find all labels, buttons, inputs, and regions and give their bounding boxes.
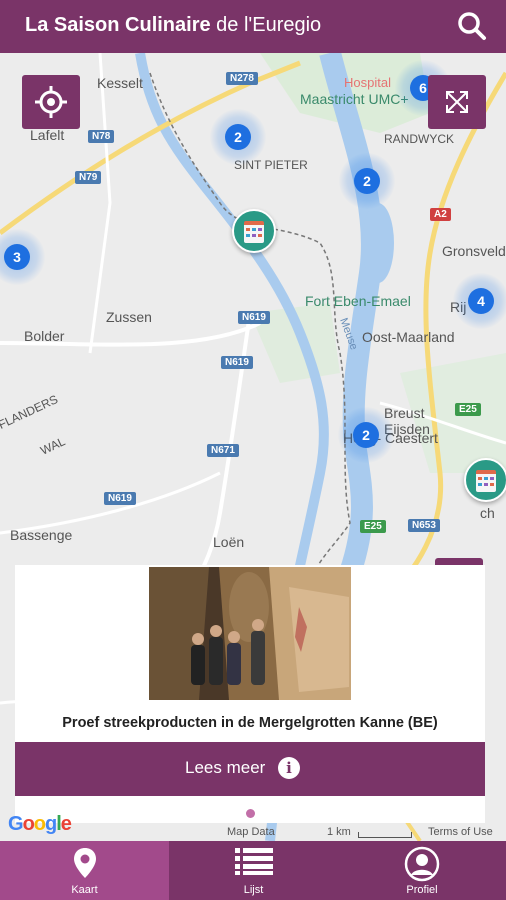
map-data-link[interactable]: Map Data — [227, 826, 275, 838]
road-sign: N619 — [221, 356, 253, 369]
google-logo: Google — [8, 813, 72, 835]
tab-label: Lijst — [243, 884, 264, 896]
search-icon[interactable] — [456, 10, 488, 42]
app-title-rest: de l'Euregio — [216, 14, 322, 36]
expand-map-button[interactable] — [428, 75, 486, 129]
calendar-pin-icon[interactable] — [464, 458, 506, 502]
tab-kaart[interactable]: Kaart — [0, 841, 169, 900]
place-randwyck: RANDWYCK — [384, 132, 455, 146]
place-loen: Loën — [213, 534, 245, 550]
road-sign: N619 — [238, 311, 270, 324]
cluster-marker[interactable]: 2 — [210, 109, 266, 165]
place-ch: ch — [480, 505, 495, 521]
event-title: Proef streekproducten in de Mergelgrotte… — [62, 715, 438, 731]
calendar-pin-icon[interactable] — [232, 209, 276, 253]
place-oost-maarland: Oost-Maarland — [362, 329, 455, 345]
road-sign: N78 — [88, 130, 115, 143]
scale-label: 1 km — [327, 826, 351, 838]
scale-bar — [358, 832, 412, 838]
road-sign: N278 — [226, 72, 258, 85]
profile-icon — [404, 846, 440, 882]
locate-me-button[interactable] — [22, 75, 80, 129]
road-sign: A2 — [430, 208, 451, 221]
expand-icon — [446, 91, 468, 113]
event-card[interactable]: Proef streekproducten in de Mergelgrotte… — [15, 565, 485, 823]
tab-lijst[interactable]: Lijst — [169, 841, 338, 900]
tab-profiel[interactable]: Profiel — [338, 841, 506, 900]
place-hospital: Hospital — [344, 75, 391, 90]
app-title-bold: La Saison Culinaire — [25, 14, 211, 36]
place-lafelt: Lafelt — [30, 127, 65, 143]
road-sign: N653 — [408, 519, 440, 532]
place-bassenge: Bassenge — [10, 527, 73, 543]
road-sign: N79 — [75, 171, 102, 184]
cluster-marker[interactable]: 2 — [339, 153, 395, 209]
bottom-tab-bar: Kaart Lijst Profiel — [0, 841, 506, 900]
place-fort-eben-emael: Fort Eben-Emael — [305, 293, 411, 309]
page-indicator — [246, 809, 255, 818]
place-zussen: Zussen — [106, 309, 152, 325]
tab-label: Kaart — [71, 884, 98, 896]
road-sign: E25 — [455, 403, 481, 416]
place-kesselt: Kesselt — [97, 75, 143, 91]
app-header: La Saison Culinaire de l'Euregio — [0, 0, 506, 53]
app-title: La Saison Culinaire de l'Euregio — [25, 14, 321, 37]
map-pin-icon — [73, 848, 96, 878]
cluster-marker[interactable]: 3 — [0, 229, 45, 285]
map-view[interactable]: Kesselt Lafelt Hospital Maastricht UMC+ … — [0, 53, 506, 841]
terms-link[interactable]: Terms of Use — [428, 826, 493, 838]
road-sign: N619 — [104, 492, 136, 505]
list-icon — [234, 848, 273, 875]
road-sign: E25 — [360, 520, 386, 533]
cluster-marker[interactable]: 2 — [338, 407, 394, 463]
place-breust: Breust — [384, 405, 425, 421]
info-icon: i — [278, 757, 300, 779]
cluster-marker[interactable]: 4 — [453, 273, 506, 329]
event-photo — [149, 567, 351, 700]
read-more-label: Lees meer — [185, 758, 266, 777]
place-maastricht-umc: Maastricht UMC+ — [300, 91, 409, 107]
road-sign: N671 — [207, 444, 239, 457]
crosshair-icon — [35, 86, 67, 118]
read-more-button[interactable]: Lees meer i — [15, 742, 485, 796]
place-gronsveld: Gronsveld — [442, 243, 506, 259]
place-bolder: Bolder — [24, 328, 65, 344]
tab-label: Profiel — [406, 884, 438, 896]
